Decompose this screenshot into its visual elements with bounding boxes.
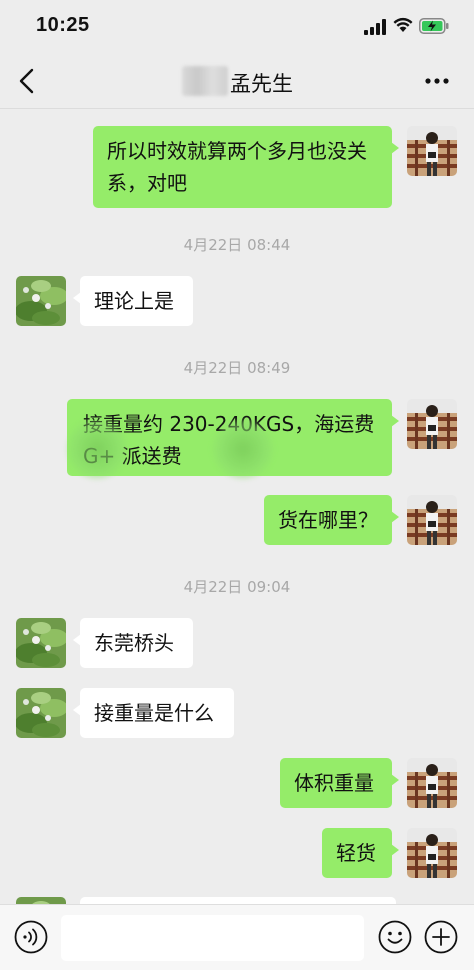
contact-avatar[interactable] bbox=[16, 688, 66, 738]
my-avatar[interactable] bbox=[407, 399, 457, 449]
contact-name: 孟先生 bbox=[230, 72, 293, 96]
message-bubble[interactable]: 体积重量 bbox=[280, 758, 399, 808]
my-avatar[interactable] bbox=[407, 126, 457, 176]
redacted-name-blur bbox=[182, 66, 228, 96]
contact-avatar[interactable] bbox=[16, 618, 66, 668]
emoji-icon[interactable] bbox=[378, 920, 412, 954]
timestamp: 4月22日 08:44 bbox=[183, 236, 291, 254]
message-bubble[interactable]: 货在哪里？ bbox=[264, 495, 399, 545]
my-avatar[interactable] bbox=[407, 758, 457, 808]
message-bubble[interactable]: 所以时效就算两个多月也没关系，对吧 bbox=[93, 126, 399, 208]
chat-input-bar bbox=[0, 904, 474, 970]
more-icon[interactable] bbox=[425, 78, 449, 84]
status-bar: 10:25 bbox=[0, 0, 474, 52]
status-time: 10:25 bbox=[36, 14, 90, 36]
redaction-blur bbox=[66, 418, 128, 480]
message-bubble[interactable]: 东莞桥头 bbox=[73, 618, 193, 668]
plus-icon[interactable] bbox=[424, 920, 458, 954]
message-input[interactable] bbox=[61, 915, 364, 961]
timestamp: 4月22日 09:04 bbox=[183, 578, 291, 596]
back-icon[interactable] bbox=[16, 68, 38, 94]
wifi-icon bbox=[393, 17, 413, 32]
my-avatar[interactable] bbox=[407, 495, 457, 545]
contact-avatar[interactable] bbox=[16, 276, 66, 326]
chat-header: 孟先生 bbox=[0, 52, 474, 109]
timestamp: 4月22日 08:49 bbox=[183, 359, 291, 377]
battery-icon bbox=[419, 18, 449, 34]
voice-icon[interactable] bbox=[14, 920, 48, 954]
my-avatar[interactable] bbox=[407, 828, 457, 878]
message-bubble[interactable]: 理论上是 bbox=[73, 276, 193, 326]
signal-icon bbox=[364, 19, 386, 35]
message-bubble[interactable]: 轻货 bbox=[322, 828, 399, 878]
message-bubble[interactable]: 接重量是什么 bbox=[73, 688, 234, 738]
redaction-blur bbox=[212, 418, 274, 480]
